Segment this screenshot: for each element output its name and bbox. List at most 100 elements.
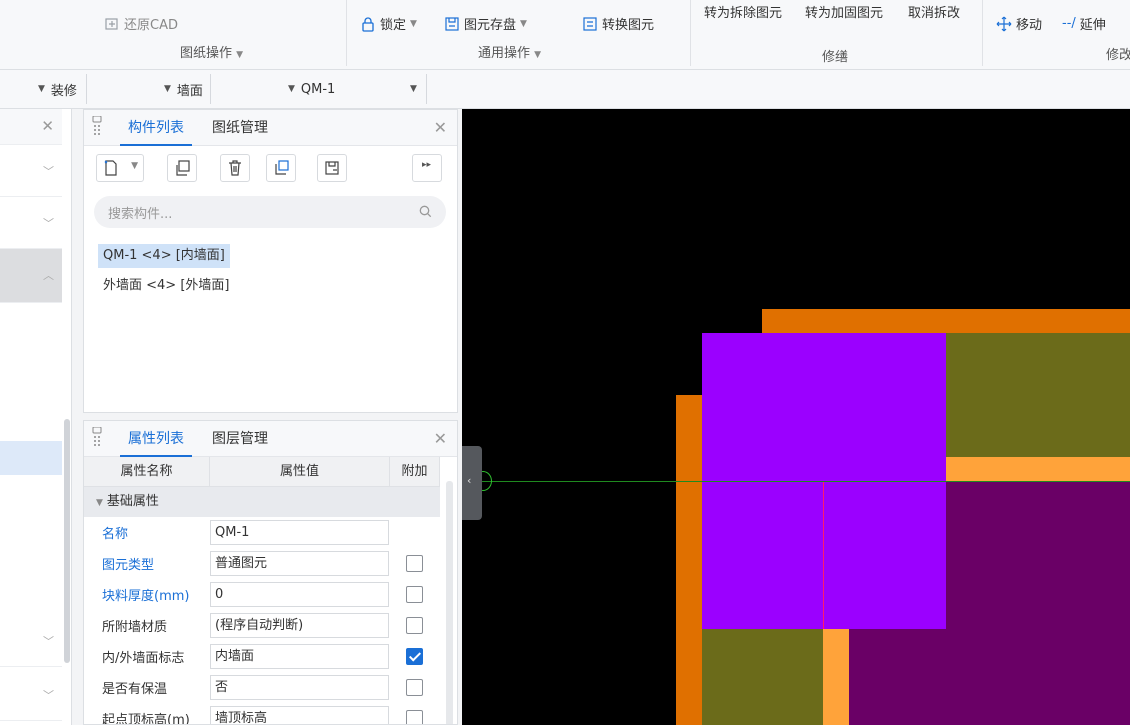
property-row[interactable]: 内/外墙面标志 内墙面 [84, 641, 440, 672]
extend-button[interactable]: --/ 延伸 [1062, 14, 1106, 33]
chevron-down-icon: ﹀ [43, 217, 54, 230]
restore-cad-icon [104, 16, 120, 32]
delete-component-button[interactable] [220, 154, 250, 182]
property-extra-checkbox[interactable] [406, 555, 423, 572]
left-nav-scrollbar[interactable] [64, 419, 70, 663]
column-header-name: 属性名称 [84, 457, 210, 487]
left-nav-item[interactable]: ﹀ [0, 145, 62, 197]
property-row[interactable]: 起点顶标高(m) 墙顶标高 [84, 703, 440, 724]
component-select[interactable]: ▼ QM-1 [288, 78, 335, 100]
property-row[interactable]: 是否有保温 否 [84, 672, 440, 703]
panel-collapse-handle[interactable]: ‹ [462, 446, 482, 520]
wall-light-orange-vertical[interactable] [823, 629, 849, 725]
property-name: 内/外墙面标志 [102, 651, 185, 666]
close-icon[interactable]: ✕ [434, 118, 447, 137]
axis-line [482, 481, 1130, 482]
property-group-header[interactable]: ▼ 基础属性 [84, 487, 440, 517]
layer-copy-icon [273, 160, 289, 180]
convert-elements-button[interactable]: 转换图元 [582, 14, 654, 33]
close-icon[interactable]: ✕ [41, 117, 54, 135]
property-panel-header: 属性列表 图层管理 ✕ [84, 421, 457, 457]
property-row[interactable]: 所附墙材质 (程序自动判断) [84, 610, 440, 641]
restore-cad-button[interactable]: 还原CAD [104, 14, 178, 33]
to-demolish-button[interactable]: 转为拆除图元 [704, 2, 782, 21]
tab-layer-management[interactable]: 图层管理 [210, 421, 270, 457]
component-select-dropdown[interactable]: ▼ [410, 78, 423, 100]
property-value-field[interactable]: 否 [210, 675, 389, 700]
chevron-down-icon: ▼ [236, 50, 244, 60]
move-button[interactable]: 移动 [996, 14, 1042, 33]
category-select[interactable]: ▼ 装修 [38, 78, 77, 100]
property-extra-checkbox[interactable] [406, 648, 423, 665]
property-name: 图元类型 [102, 558, 155, 573]
grip-icon[interactable] [92, 426, 102, 447]
chevron-down-icon: ﹀ [43, 689, 54, 702]
search-icon[interactable] [419, 205, 432, 222]
property-value-field[interactable]: (程序自动判断) [210, 613, 389, 638]
property-value-field[interactable]: 墙顶标高 [210, 706, 389, 724]
copy-component-button[interactable] [167, 154, 197, 182]
lock-button[interactable]: 锁定 ▼ [360, 14, 417, 33]
drawing-canvas[interactable] [462, 109, 1130, 725]
property-value-field[interactable]: 内墙面 [210, 644, 389, 669]
chevron-down-icon: ▼ [410, 18, 417, 29]
wall-olive-top-right[interactable] [946, 333, 1130, 457]
chevron-down-icon: ▼ [96, 498, 103, 508]
ribbon-separator [346, 0, 347, 66]
move-icon [996, 16, 1012, 32]
trash-icon [227, 160, 243, 180]
tab-component-list[interactable]: 构件列表 [120, 110, 192, 146]
property-row[interactable]: 块料厚度(mm) 0 [84, 579, 440, 610]
tab-property-list[interactable]: 属性列表 [120, 421, 192, 457]
repair-group-label: 修缮 [822, 50, 849, 65]
ribbon-separator [982, 0, 983, 66]
new-component-button[interactable]: ▼ [96, 154, 144, 182]
left-nav-item-selected[interactable] [0, 441, 62, 475]
property-extra-checkbox[interactable] [406, 710, 423, 724]
property-value-field[interactable]: 0 [210, 582, 389, 607]
cancel-demolish-button[interactable]: 取消拆改 [908, 2, 960, 21]
wall-left-orange[interactable] [676, 395, 702, 725]
convert-elements-icon [582, 16, 598, 32]
property-name: 块料厚度(mm) [102, 589, 190, 604]
save-elements-button[interactable]: 图元存盘 ▼ [444, 14, 527, 33]
left-nav-item[interactable]: ﹀ [0, 669, 62, 721]
wall-olive-bottom-left[interactable] [702, 629, 823, 725]
property-extra-checkbox[interactable] [406, 586, 423, 603]
property-value-field[interactable]: 普通图元 [210, 551, 389, 576]
chevron-down-icon: ▼ [38, 84, 45, 94]
property-extra-checkbox[interactable] [406, 679, 423, 696]
column-header-extra: 附加 [390, 457, 440, 487]
tab-drawing-management[interactable]: 图纸管理 [210, 110, 270, 146]
property-extra-checkbox[interactable] [406, 617, 423, 634]
component-list-item[interactable]: 外墙面 <4> [外墙面] [98, 274, 234, 298]
property-scrollbar[interactable] [446, 481, 453, 724]
chevron-up-icon: ︿ [43, 269, 54, 282]
close-icon[interactable]: ✕ [434, 429, 447, 448]
left-nav-item-expanded[interactable]: ︿ [0, 249, 62, 303]
general-ops-group-label[interactable]: 通用操作 ▼ [478, 42, 541, 61]
component-panel-header: 构件列表 图纸管理 ✕ [84, 110, 457, 146]
grip-icon[interactable] [92, 115, 102, 136]
property-row[interactable]: 名称 QM-1 [84, 517, 440, 548]
component-save-button[interactable] [317, 154, 347, 182]
left-nav-item[interactable]: ﹀ [0, 197, 62, 249]
component-list-item[interactable]: QM-1 <4> [内墙面] [98, 244, 230, 268]
search-input[interactable]: 搜索构件... [108, 203, 172, 222]
copy-icon [174, 160, 190, 180]
chevron-down-icon: ▼ [131, 161, 138, 171]
search-box[interactable]: 搜索构件... [94, 196, 446, 228]
left-nav-item[interactable]: ﹀ [0, 615, 62, 667]
layer-copy-button[interactable] [266, 154, 296, 182]
type-select[interactable]: ▼ 墙面 [164, 78, 203, 100]
property-value-field[interactable]: QM-1 [210, 520, 389, 545]
ribbon-separator [690, 0, 691, 66]
wall-top-orange[interactable] [762, 309, 1130, 333]
drawing-ops-group-label[interactable]: 图纸操作 ▼ [180, 42, 243, 61]
filter-bar: ▼ 装修 ▼ 墙面 ▼ QM-1 ▼ [0, 70, 1130, 109]
to-reinforce-button[interactable]: 转为加固图元 [805, 2, 883, 21]
more-tools-button[interactable]: ▸▸ [412, 154, 442, 182]
wall-light-orange-horizontal[interactable] [946, 457, 1130, 481]
chevron-down-icon: ▼ [520, 18, 527, 29]
property-row[interactable]: 图元类型 普通图元 [84, 548, 440, 579]
